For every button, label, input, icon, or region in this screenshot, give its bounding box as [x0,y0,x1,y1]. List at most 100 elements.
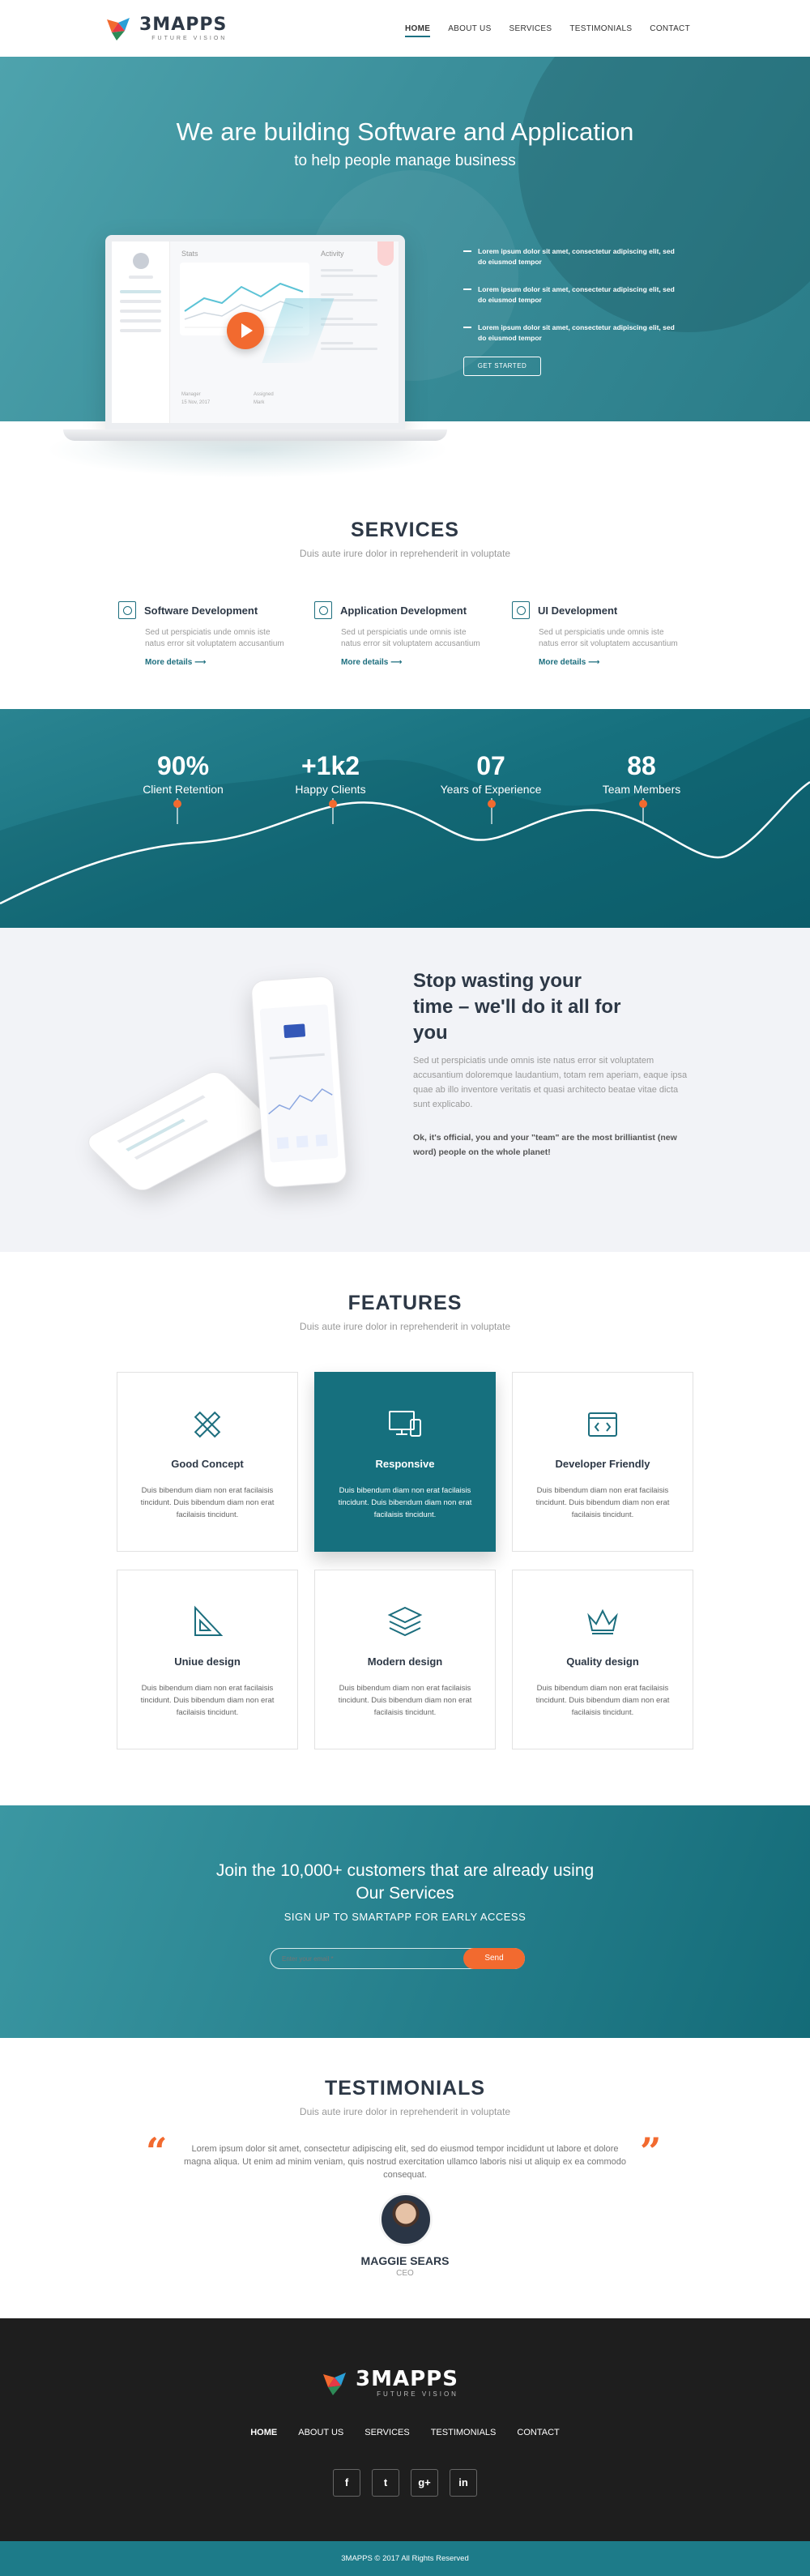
stat-experience: 07 Years of Experience [440,751,542,796]
footer-nav-contact[interactable]: CONTACT [517,2428,559,2437]
send-button[interactable]: Send [463,1948,525,1969]
stat-marker [488,800,496,808]
nav-about-us[interactable]: ABOUT US [448,24,491,37]
stats-section: 90% Client Retention +1k2 Happy Clients … [0,709,810,928]
stat-clients: +1k2 Happy Clients [295,751,366,796]
promo-section: Stop wasting your time – we'll do it all… [0,928,810,1252]
service-title: UI Development [538,604,618,617]
service-item: UI Development Sed ut perspiciatis unde … [512,601,682,667]
phone-mockup [250,975,347,1189]
testimonials-title: TESTIMONIALS [324,2077,486,2100]
testimonials-subtitle: Duis aute irure dolor in reprehenderit i… [299,2106,511,2117]
hero-subtitle: to help people manage business [294,152,516,169]
apps-grid-icon [314,601,332,619]
testimonial-text: Lorem ipsum dolor sit amet, consectetur … [184,2144,626,2180]
quote-close-icon: ” [640,2130,662,2173]
service-title: Software Development [144,604,258,617]
quote-open-icon: “ [146,2130,168,2173]
nav-testimonials[interactable]: TESTIMONIALS [569,24,632,37]
subscribe-title: Join the 10,000+ customers that are alre… [215,1861,595,1903]
feature-card[interactable]: Quality design Duis bibendum diam non er… [512,1570,693,1749]
services-title: SERVICES [351,519,459,541]
features-title: FEATURES [347,1292,463,1314]
pencil-ruler-icon [194,1411,221,1438]
logo-name: 3MAPPS [356,2367,458,2391]
service-text: Sed ut perspiciatis unde omnis iste natu… [539,628,678,648]
services-subtitle: Duis aute irure dolor in reprehenderit i… [299,548,511,559]
layers-icon [387,1606,423,1637]
feature-card[interactable]: Developer Friendly Duis bibendum diam no… [512,1372,693,1552]
stat-retention: 90% Client Retention [143,751,224,796]
google-plus-icon[interactable]: g+ [411,2469,438,2497]
hero-bullet: Lorem ipsum dolor sit amet, consectetur … [463,323,682,344]
avatar [379,2193,433,2246]
logo-name: 3MAPPS [139,14,228,35]
feature-card[interactable]: Modern design Duis bibendum diam non era… [314,1570,496,1749]
page: 3MAPPS FUTURE VISION HOME ABOUT US SERVI… [0,0,810,2576]
subscribe-form: Send [270,1948,525,1969]
promo-title: Stop wasting your time – we'll do it all… [413,970,621,1044]
arrow-right-icon: ⟶ [194,658,207,667]
hero-title: We are building Software and Application [176,117,634,146]
twitter-icon[interactable]: t [372,2469,399,2497]
facebook-icon[interactable]: f [333,2469,360,2497]
subscribe-section: Join the 10,000+ customers that are alre… [0,1805,810,2038]
nav-home[interactable]: HOME [405,24,431,37]
logo[interactable]: 3MAPPS FUTURE VISION [104,15,227,42]
phone-mockup [82,1067,275,1195]
set-square-icon [194,1605,224,1636]
nav-services[interactable]: SERVICES [509,24,552,37]
footer-menu: HOME ABOUT US SERVICES TESTIMONIALS CONT… [0,2428,810,2437]
more-details-link[interactable]: More details ⟶ [341,658,484,667]
service-text: Sed ut perspiciatis unde omnis iste natu… [341,628,480,648]
service-text: Sed ut perspiciatis unde omnis iste natu… [145,628,284,648]
more-details-link[interactable]: More details ⟶ [145,658,288,667]
stat-marker [329,800,337,808]
code-window-icon [588,1412,617,1437]
get-started-button[interactable]: GET STARTED [463,357,541,376]
promo-body: Sed ut perspiciatis unde omnis iste natu… [413,1056,688,1109]
linkedin-icon[interactable]: in [450,2469,477,2497]
footer-nav-services[interactable]: SERVICES [364,2428,409,2437]
logo-mark-icon [323,2373,346,2395]
avatar [132,253,149,269]
ui-design-icon [512,601,530,619]
software-icon [118,601,136,619]
service-title: Application Development [340,604,467,617]
hero-bullet: Lorem ipsum dolor sit amet, consectetur … [463,284,682,305]
footer-logo[interactable]: 3MAPPS FUTURE VISION [320,2369,458,2398]
stat-marker [639,800,647,808]
arrow-right-icon: ⟶ [390,658,403,667]
service-item: Software Development Sed ut perspiciatis… [118,601,288,667]
laptop-base [63,429,447,441]
testimonial-name: MAGGIE SEARS [360,2254,450,2267]
stat-marker [173,800,181,808]
arrow-right-icon: ⟶ [588,658,600,667]
promo-highlight: Ok, it's official, you and your "team" a… [413,1133,677,1157]
main-menu: HOME ABOUT US SERVICES TESTIMONIALS CONT… [405,24,690,37]
devices-icon [389,1411,421,1437]
dashboard-sidebar [112,241,170,423]
crown-icon [587,1608,618,1634]
logo-mark-icon [107,18,130,41]
footer-nav-testimonials[interactable]: TESTIMONIALS [431,2428,497,2437]
feature-card[interactable]: Good Concept Duis bibendum diam non erat… [117,1372,298,1552]
feature-card-highlighted[interactable]: Responsive Duis bibendum diam non erat f… [314,1372,496,1552]
dashboard-activity-label: Activity [321,250,344,258]
copyright-bar: 3MAPPS © 2017 All Rights Reserved [0,2541,810,2576]
more-details-link[interactable]: More details ⟶ [539,658,682,667]
footer-nav-about-us[interactable]: ABOUT US [298,2428,343,2437]
dashboard-stats-label: Stats [181,250,198,258]
play-video-button[interactable] [227,312,264,349]
footer: 3MAPPS FUTURE VISION HOME ABOUT US SERVI… [0,2318,810,2541]
top-nav: 3MAPPS FUTURE VISION HOME ABOUT US SERVI… [0,0,810,57]
footer-nav-home[interactable]: HOME [250,2428,277,2437]
nav-contact[interactable]: CONTACT [650,24,690,37]
email-input[interactable] [282,1955,371,1963]
service-item: Application Development Sed ut perspicia… [314,601,484,667]
testimonial-role: CEO [396,2269,414,2278]
feature-card[interactable]: Uniue design Duis bibendum diam non erat… [117,1570,298,1749]
logo-tagline: FUTURE VISION [377,2390,458,2398]
subscribe-subtitle: SIGN UP TO SMARTAPP FOR EARLY ACCESS [284,1911,526,1923]
logo-tagline: FUTURE VISION [151,35,228,41]
